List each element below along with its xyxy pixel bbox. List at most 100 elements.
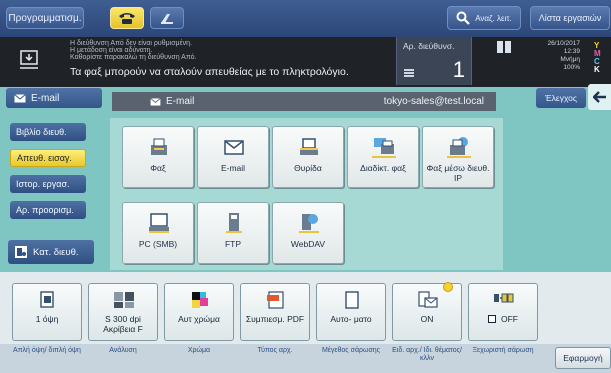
notification-dot xyxy=(443,282,453,292)
setting-value: Αυτ χρώμα xyxy=(178,314,220,324)
scan-size-button[interactable]: Αυτο- ματο xyxy=(316,283,386,341)
destination-address-bar: E-mail tokyo-sales@test.local xyxy=(112,92,496,111)
pc-icon xyxy=(149,213,169,233)
handset-tab[interactable] xyxy=(150,7,184,29)
setting-value: ON xyxy=(420,314,434,324)
destination-label: PC (SMB) xyxy=(138,239,178,249)
sidebar-item-label: Απευθ. εισαγ. xyxy=(17,153,72,163)
setting-value: Αυτο- ματο xyxy=(330,314,372,324)
checkbox-icon xyxy=(488,315,496,323)
setting-value: S 300 dpi Ακρίβεια F xyxy=(103,314,143,334)
ftp-server-icon xyxy=(226,213,242,233)
setting-label: Ειδ. αρχ./ Ιδι. θέματος/ κλλν xyxy=(392,347,462,362)
status-date: 26/10/2017 xyxy=(547,40,580,47)
apply-label: Εφαρμογή xyxy=(563,353,603,363)
destination-ip-fax-button[interactable]: Φαξ μέσω διευθ. IP xyxy=(422,126,494,188)
setting-label: Χρώμα xyxy=(187,347,211,354)
destination-pc-smb-button[interactable]: PC (SMB) xyxy=(122,202,194,264)
sidebar-item-destination-number[interactable]: Αρ. προορισμ. xyxy=(10,201,86,219)
message-icon xyxy=(20,50,38,69)
destination-email-button[interactable]: E-mail xyxy=(197,126,269,188)
scan-size-icon xyxy=(345,291,359,309)
function-search-button[interactable]: Αναζ. λειτ. xyxy=(447,6,521,30)
email-notify-icon xyxy=(418,291,438,308)
phone-icon xyxy=(119,13,135,24)
email-mode-tab[interactable]: E-mail xyxy=(6,88,102,108)
address-value: tokyo-sales@test.local xyxy=(383,96,484,107)
check-label: Έλεγχος xyxy=(544,93,577,103)
webdav-icon xyxy=(299,214,319,233)
job-list-button[interactable]: Λίστα εργασιών xyxy=(530,6,610,30)
back-button[interactable] xyxy=(588,84,611,110)
address-mode: E-mail xyxy=(166,96,195,107)
apply-button[interactable]: Εφαρμογή xyxy=(555,347,611,369)
destination-ftp-button[interactable]: FTP xyxy=(197,202,269,264)
color-icon xyxy=(192,292,208,308)
destination-label: Φαξ μέσω διευθ. IP xyxy=(426,163,490,183)
setting-value: Συμπιεσμ. PDF xyxy=(245,314,305,324)
email-notify-button[interactable]: ON xyxy=(392,283,462,341)
file-type-button[interactable]: Συμπιεσμ. PDF xyxy=(240,283,310,341)
separate-scan-icon xyxy=(494,293,514,303)
user-box-icon xyxy=(300,138,318,155)
setting-label: Μέγεθος σάρωσης xyxy=(321,347,381,354)
search-icon xyxy=(456,11,471,25)
envelope-icon xyxy=(150,97,161,106)
setting-value: OFF xyxy=(469,314,537,324)
sidebar-item-label: Βιβλίο διευθ. xyxy=(16,127,67,137)
sidebar-item-address-book[interactable]: Βιβλίο διευθ. xyxy=(10,123,86,141)
separate-scan-value: OFF xyxy=(501,314,518,324)
address-search-button[interactable]: Κατ. διευθ. xyxy=(8,240,94,264)
resolution-icon xyxy=(114,292,134,308)
destination-label: Διαδίκτ. φαξ xyxy=(360,163,406,173)
destination-label: Θυρίδα xyxy=(294,163,322,173)
setting-label: Τύπος αρχ. xyxy=(257,347,293,354)
memory-value: 100% xyxy=(563,64,580,71)
destination-user-box-button[interactable]: Θυρίδα xyxy=(272,126,344,188)
fax-icon xyxy=(151,138,167,155)
job-list-label: Λίστα εργασιών xyxy=(538,13,602,23)
toner-indicator: Y M C K xyxy=(594,42,610,74)
handset-icon xyxy=(161,14,173,24)
setting-label: Ανάλυση xyxy=(109,347,137,354)
book-icon xyxy=(497,41,511,53)
destination-label: Φαξ xyxy=(150,163,166,173)
destination-webdav-button[interactable]: WebDAV xyxy=(272,202,344,264)
memory-label: Μνήμη xyxy=(560,56,580,63)
destination-label: FTP xyxy=(224,239,242,249)
setting-value: 1 όψη xyxy=(35,314,59,324)
destination-count-panel[interactable]: Αρ. διεύθυνσ. 1 xyxy=(396,37,472,85)
envelope-icon xyxy=(14,93,26,102)
envelope-icon xyxy=(224,140,244,155)
setting-label: Ξεχωριστή σάρωση xyxy=(472,347,534,354)
destination-internet-fax-button[interactable]: Διαδίκτ. φαξ xyxy=(347,126,419,188)
destination-fax-button[interactable]: Φαξ xyxy=(122,126,194,188)
separate-scan-button[interactable]: OFF xyxy=(468,283,538,341)
simplex-duplex-button[interactable]: 1 όψη xyxy=(12,283,82,341)
program-label: Προγραμματισμ. xyxy=(8,12,82,24)
internet-fax-icon xyxy=(372,138,396,158)
pdf-icon xyxy=(267,291,284,309)
email-mode-label: E-mail xyxy=(31,92,60,104)
toner-black: K xyxy=(594,65,600,74)
setting-label: Απλή όψη/ διπλή όψη xyxy=(13,347,81,354)
address-search-icon xyxy=(15,246,27,258)
resolution-button[interactable]: S 300 dpi Ακρίβεια F xyxy=(88,283,158,341)
destination-count-value: 1 xyxy=(452,57,465,82)
color-button[interactable]: Αυτ χρώμα xyxy=(164,283,234,341)
ip-fax-icon xyxy=(447,137,471,158)
function-search-label: Αναζ. λειτ. xyxy=(475,13,512,23)
list-icon xyxy=(404,69,414,77)
sidebar-item-direct-input[interactable]: Απευθ. εισαγ. xyxy=(10,149,86,167)
destination-count-label: Αρ. διεύθυνσ. xyxy=(403,41,455,51)
destination-label: WebDAV xyxy=(290,239,326,249)
message-line-3: Καθορίστε παρακαλώ τη διεύθυνση Από. xyxy=(70,54,197,61)
check-button[interactable]: Έλεγχος xyxy=(536,88,586,108)
simplex-icon xyxy=(40,291,54,308)
program-button[interactable]: Προγραμματισμ. xyxy=(6,7,84,29)
sidebar-item-job-history[interactable]: Ιστορ. εργασ. xyxy=(10,175,86,193)
message-main-text: Τα φαξ μπορούν να σταλούν απευθείας με τ… xyxy=(70,66,349,78)
arrow-left-icon xyxy=(592,91,606,103)
sidebar-item-label: Ιστορ. εργασ. xyxy=(16,179,70,189)
fax-line-tab[interactable] xyxy=(110,7,144,29)
